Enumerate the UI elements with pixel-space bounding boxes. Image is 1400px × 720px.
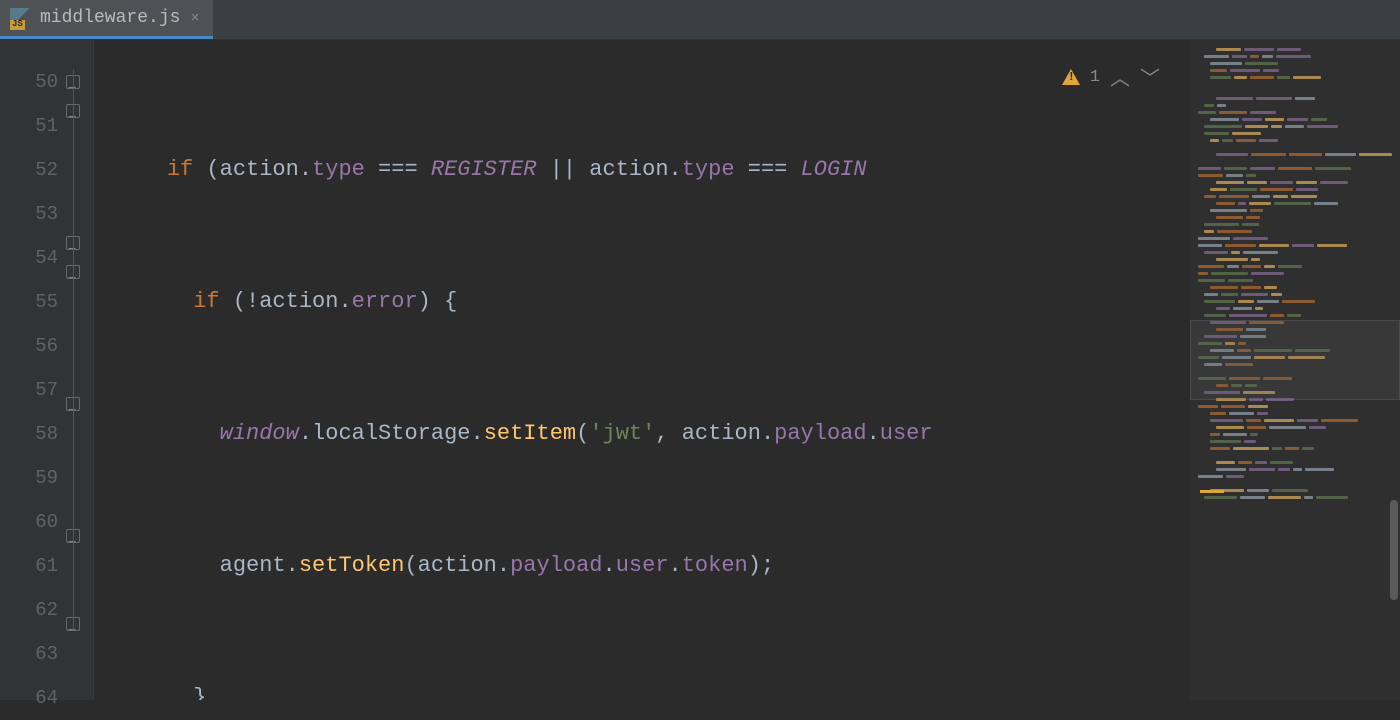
line-number: 53 <box>0 192 58 236</box>
line-number: 58 <box>0 412 58 456</box>
close-icon[interactable]: × <box>190 10 199 27</box>
inspection-bar: 1 ︿ ﹀ <box>1062 62 1160 92</box>
line-number: 54 <box>0 236 58 280</box>
fold-gutter <box>58 40 94 700</box>
chevron-up-icon[interactable]: ︿ <box>1110 62 1130 92</box>
minimap-warning-mark <box>1200 490 1224 493</box>
line-number: 63 <box>0 632 58 676</box>
minimap-viewport[interactable] <box>1190 320 1400 400</box>
line-number: 64 <box>0 676 58 720</box>
line-number: 62 <box>0 588 58 632</box>
editor-area: 50 51 52 53 54 55 56 57 58 59 60 61 62 6… <box>0 40 1400 700</box>
line-number: 59 <box>0 456 58 500</box>
warning-count: 1 <box>1090 68 1100 87</box>
scrollbar-thumb[interactable] <box>1390 500 1398 600</box>
warning-icon[interactable] <box>1062 69 1080 85</box>
line-number: 61 <box>0 544 58 588</box>
line-number: 57 <box>0 368 58 412</box>
file-tab[interactable]: middleware.js × <box>0 0 213 39</box>
js-file-icon <box>10 8 30 28</box>
tab-filename: middleware.js <box>40 8 180 28</box>
line-number: 52 <box>0 148 58 192</box>
line-number: 50 <box>0 60 58 104</box>
tab-bar: middleware.js × <box>0 0 1400 40</box>
line-number: 60 <box>0 500 58 544</box>
line-number: 55 <box>0 280 58 324</box>
minimap[interactable] <box>1190 40 1400 700</box>
minimap-content <box>1198 48 1392 503</box>
code-editor[interactable]: if (action.type === REGISTER || action.t… <box>94 40 1190 700</box>
line-number: 56 <box>0 324 58 368</box>
line-number: 51 <box>0 104 58 148</box>
chevron-down-icon[interactable]: ﹀ <box>1140 62 1160 92</box>
line-number-gutter: 50 51 52 53 54 55 56 57 58 59 60 61 62 6… <box>0 40 58 700</box>
